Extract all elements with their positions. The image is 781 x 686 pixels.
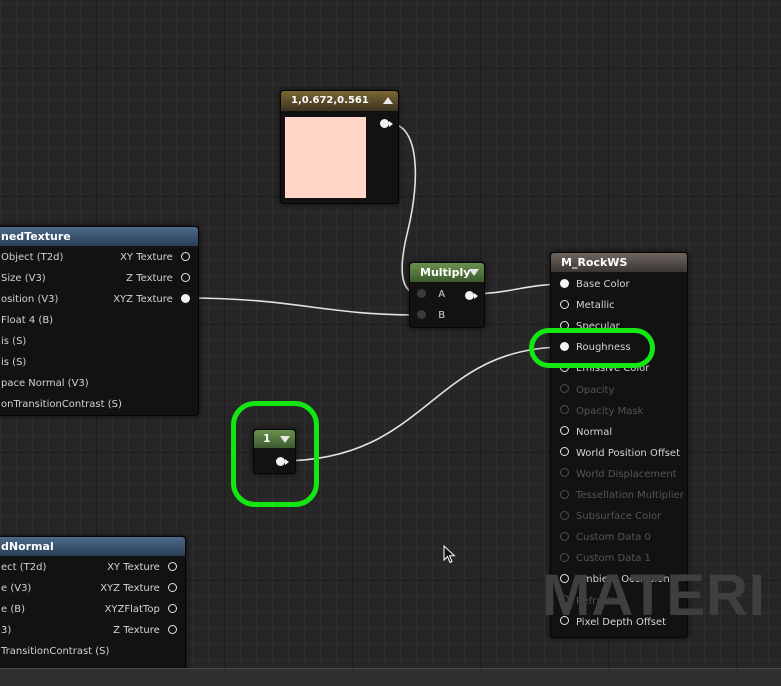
input-pin[interactable]	[417, 309, 426, 319]
input-pin[interactable]	[560, 384, 569, 393]
output-row[interactable]: XY Texture	[107, 561, 177, 575]
input-pin[interactable]	[560, 405, 569, 415]
input-label: pace Normal (V3)	[1, 378, 89, 389]
material-pin-row[interactable]: World Position Offset	[560, 447, 680, 461]
output-label: XY Texture	[120, 252, 173, 263]
input-label: ect (T2d)	[1, 562, 47, 573]
output-pin[interactable]	[181, 272, 190, 282]
material-pin-row[interactable]: Normal	[560, 426, 612, 440]
input-label: B	[438, 310, 446, 321]
input-label: Float 4 (B)	[1, 315, 54, 326]
input-label: is (S)	[1, 357, 27, 368]
input-row-b[interactable]: B	[417, 309, 445, 323]
world-aligned-texture-node[interactable]: nedTexture Object (T2d) Size (V3) ositio…	[0, 226, 199, 416]
input-pin[interactable]	[560, 531, 569, 541]
output-row[interactable]: XY Texture	[120, 251, 190, 265]
input-pin[interactable]	[560, 510, 569, 520]
input-pin[interactable]	[560, 552, 569, 562]
input-pin[interactable]	[560, 278, 569, 288]
input-pin[interactable]	[560, 426, 569, 436]
output-label: Z Texture	[126, 273, 173, 284]
world-aligned-normal-node[interactable]: dNormal ect (T2d) e (V3) e (B) 3) Transi…	[0, 536, 186, 668]
input-label: is (S)	[1, 336, 27, 347]
material-pin-row[interactable]: Subsurface Color	[560, 510, 661, 524]
node-title: dNormal	[0, 537, 185, 556]
node-title: nedTexture	[0, 227, 198, 246]
input-row-a[interactable]: A	[417, 288, 445, 302]
output-label: XYZFlatTop	[104, 604, 160, 615]
output-label: Z Texture	[113, 625, 160, 636]
input-pin[interactable]	[560, 489, 569, 499]
input-label: e (B)	[1, 604, 25, 615]
material-pin-row[interactable]: Base Color	[560, 278, 630, 292]
output-row[interactable]: XYZFlatTop	[105, 603, 177, 617]
input-label: Size (V3)	[1, 273, 46, 284]
wire-texture-to-multiply-b	[182, 297, 421, 316]
output-pin[interactable]	[168, 603, 177, 613]
material-pin-row[interactable]: Opacity	[560, 384, 614, 398]
pin-label: Opacity Mask	[576, 405, 644, 417]
wire-scalar-to-roughness	[280, 346, 566, 462]
pin-label: World Position Offset	[576, 447, 680, 459]
input-pin[interactable]	[560, 447, 569, 457]
output-row[interactable]: XYZ Texture	[100, 582, 177, 596]
material-pin-row[interactable]: World Displacement	[560, 468, 677, 482]
input-label: A	[438, 289, 446, 300]
output-pin[interactable]	[168, 582, 177, 592]
pin-arrow-icon	[474, 293, 478, 299]
node-title: M_RockWS	[551, 253, 687, 272]
multiply-node[interactable]: Multiply A B	[409, 262, 485, 328]
pin-label: Opacity	[576, 384, 615, 396]
output-pin[interactable]	[181, 293, 190, 303]
output-pin[interactable]	[380, 119, 389, 128]
color-swatch	[285, 117, 366, 198]
triangle-up-icon[interactable]	[383, 97, 393, 104]
input-label: TransitionContrast (S)	[1, 646, 110, 657]
output-pin[interactable]	[168, 561, 177, 571]
material-pin-row[interactable]: Opacity Mask	[560, 405, 643, 419]
input-label: osition (V3)	[1, 294, 59, 305]
mouse-cursor-icon	[443, 545, 456, 564]
output-label: XY Texture	[107, 562, 160, 573]
material-graph-canvas[interactable]: nedTexture Object (T2d) Size (V3) ositio…	[0, 0, 781, 668]
output-pin[interactable]	[181, 251, 190, 261]
material-pin-row[interactable]: Metallic	[560, 299, 615, 313]
pin-label: Normal	[576, 426, 613, 438]
output-pin[interactable]	[465, 291, 474, 300]
roughness-pin-highlight	[529, 328, 655, 368]
pin-label: Subsurface Color	[576, 511, 662, 523]
output-pin[interactable]	[168, 624, 177, 634]
constant3-vector-node[interactable]: 1,0.672,0.561	[280, 90, 399, 204]
output-row[interactable]: XYZ Texture	[113, 293, 190, 307]
pin-label: Base Color	[576, 279, 630, 290]
material-pin-row[interactable]: Custom Data 0	[560, 531, 651, 545]
input-pin[interactable]	[560, 468, 569, 478]
input-pin[interactable]	[560, 299, 569, 309]
pin-label: Tessellation Multiplier	[576, 490, 684, 501]
output-row[interactable]: Z Texture	[113, 624, 177, 638]
input-label: e (V3)	[1, 583, 32, 594]
scalar-node-highlight	[231, 401, 319, 507]
node-title: 1,0.672,0.561	[281, 91, 398, 111]
material-pin-row[interactable]: Tessellation Multiplier	[560, 489, 684, 503]
pin-label: Custom Data 0	[576, 532, 651, 544]
pin-arrow-icon	[389, 121, 393, 127]
output-label: XYZ Texture	[100, 583, 160, 594]
material-watermark: MATERI	[542, 563, 767, 628]
bottom-status-bar	[0, 668, 781, 686]
input-label: onTransitionContrast (S)	[1, 399, 122, 410]
output-label: XYZ Texture	[113, 294, 173, 305]
pin-label: World Displacement	[576, 468, 677, 480]
input-label: 3)	[1, 625, 12, 636]
output-row[interactable]: Z Texture	[126, 272, 190, 286]
input-label: Object (T2d)	[1, 252, 64, 263]
input-pin[interactable]	[417, 288, 426, 298]
triangle-down-icon[interactable]	[469, 269, 479, 276]
pin-label: Metallic	[576, 300, 615, 312]
